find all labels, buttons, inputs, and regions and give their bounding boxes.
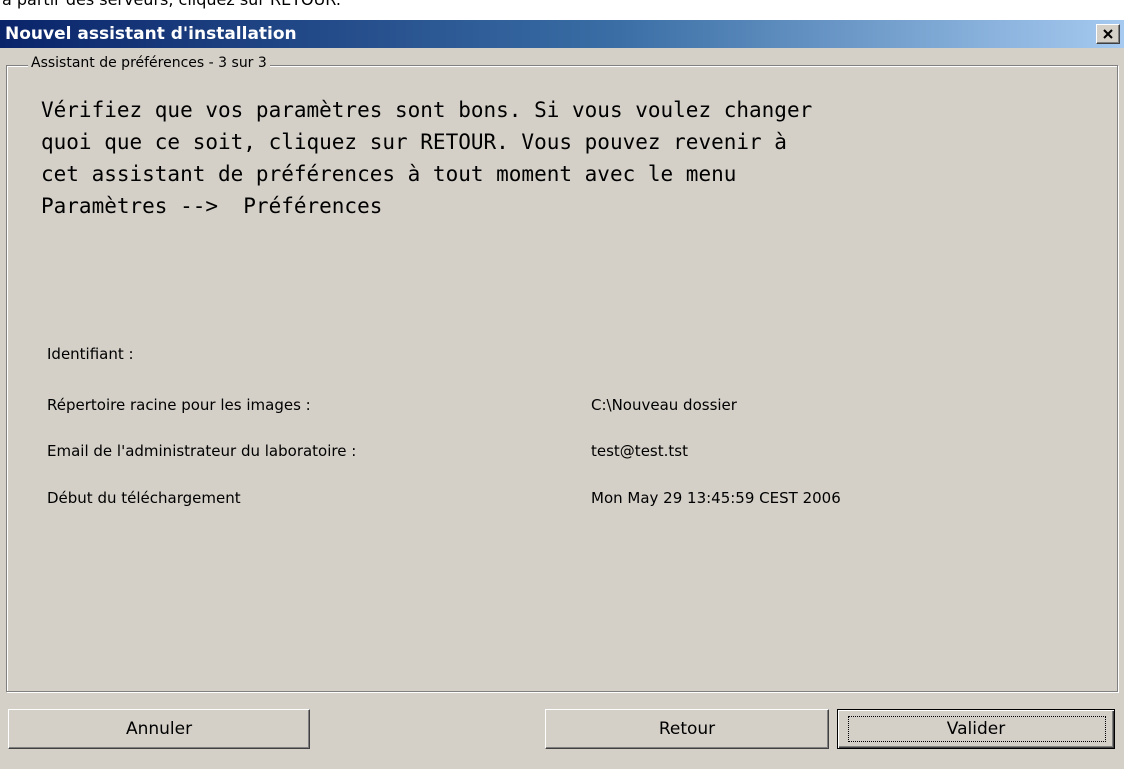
close-button[interactable]: [1096, 24, 1120, 44]
validate-button[interactable]: Valider: [837, 709, 1115, 749]
instructions-line: Vérifiez que vos paramètres sont bons. S…: [41, 98, 813, 122]
title-bar[interactable]: Nouvel assistant d'installation: [0, 20, 1124, 48]
background-window-strip: à partir des serveurs, cliquez sur RETOU…: [0, 0, 1124, 20]
close-icon: [1103, 29, 1113, 39]
back-button-label: Retour: [658, 719, 716, 739]
cancel-button-label: Annuler: [125, 719, 193, 739]
admin-email-value: test@test.tst: [591, 442, 688, 460]
instructions-line: cet assistant de préférences à tout mome…: [41, 162, 737, 186]
back-button[interactable]: Retour: [545, 709, 829, 749]
instructions-text: Vérifiez que vos paramètres sont bons. S…: [41, 94, 1101, 222]
admin-email-label: Email de l'administrateur du laboratoire…: [47, 442, 357, 460]
instructions-line: quoi que ce soit, cliquez sur RETOUR. Vo…: [41, 130, 787, 154]
wizard-dialog: Nouvel assistant d'installation Assistan…: [0, 20, 1124, 769]
image-root-label: Répertoire racine pour les images :: [47, 396, 311, 414]
download-start-label: Début du téléchargement: [47, 489, 241, 507]
instructions-line: Paramètres --> Préférences: [41, 194, 383, 218]
username-label: Identifiant :: [47, 345, 134, 363]
groupbox-title: Assistant de préférences - 3 sur 3: [28, 55, 270, 71]
cancel-button[interactable]: Annuler: [8, 709, 310, 749]
background-text: à partir des serveurs, cliquez sur RETOU…: [2, 0, 341, 9]
window-title: Nouvel assistant d'installation: [5, 24, 297, 44]
image-root-value: C:\Nouveau dossier: [591, 396, 737, 414]
validate-button-label: Valider: [946, 719, 1006, 739]
download-start-value: Mon May 29 13:45:59 CEST 2006: [591, 489, 841, 507]
